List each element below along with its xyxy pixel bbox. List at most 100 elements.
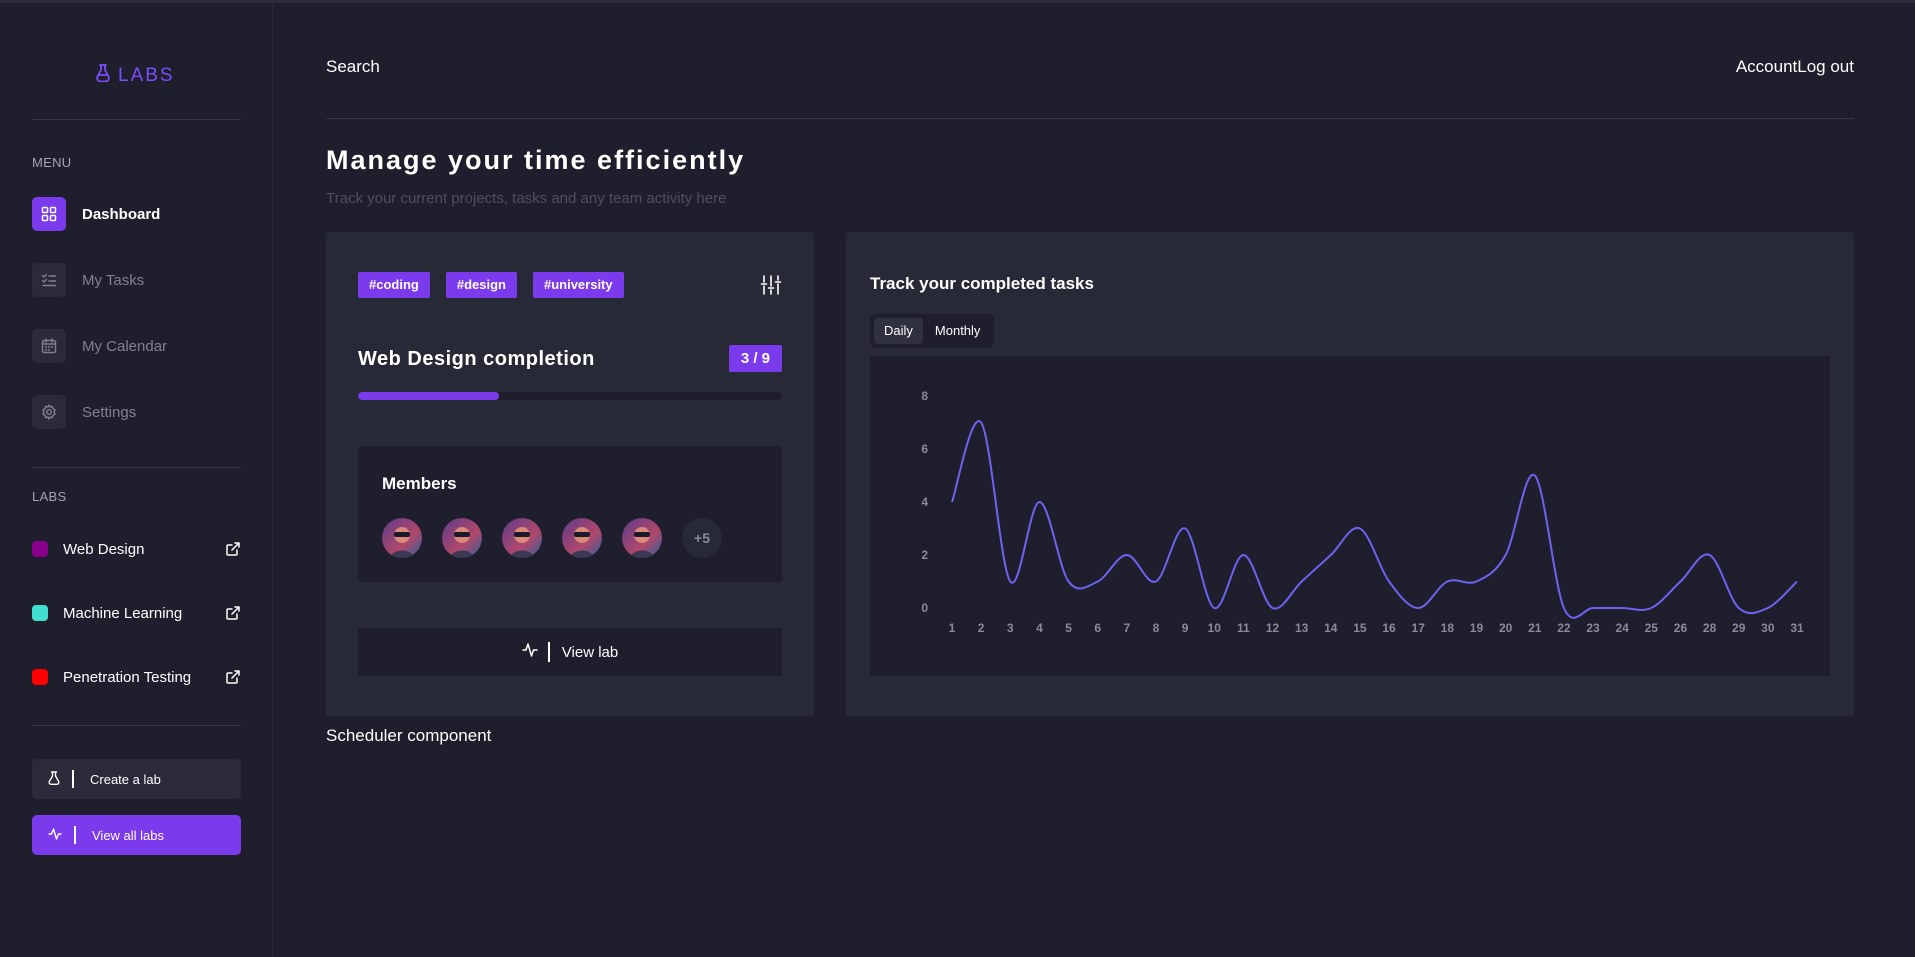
sidebar-item-dashboard[interactable]: Dashboard (32, 197, 160, 231)
data-point[interactable] (1297, 577, 1307, 587)
data-point[interactable] (1413, 603, 1423, 613)
data-point[interactable] (1384, 577, 1394, 587)
data-point[interactable] (1734, 603, 1744, 613)
data-point[interactable] (1763, 603, 1773, 613)
data-point[interactable] (1064, 577, 1074, 587)
completion-count-badge: 3 / 9 (728, 345, 782, 372)
data-point[interactable] (1005, 577, 1015, 587)
x-tick-label: 21 (1528, 621, 1542, 635)
flask-icon (96, 64, 110, 88)
data-point[interactable] (1530, 471, 1540, 481)
external-link-icon[interactable] (225, 669, 241, 685)
x-tick-label: 23 (1586, 621, 1600, 635)
lab-item-web-design[interactable]: Web Design (32, 538, 241, 560)
x-tick-label: 4 (1036, 621, 1043, 635)
data-point[interactable] (976, 418, 986, 428)
data-point[interactable] (1588, 603, 1598, 613)
lab-item-penetration-testing[interactable]: Penetration Testing (32, 666, 241, 688)
page-subtitle: Track your current projects, tasks and a… (326, 190, 727, 207)
x-tick-label: 15 (1353, 621, 1367, 635)
sidebar-item-label: My Calendar (82, 337, 168, 355)
data-point[interactable] (1705, 550, 1715, 560)
data-point[interactable] (1675, 577, 1685, 587)
header-divider (326, 118, 1854, 119)
sidebar-divider (32, 467, 241, 468)
data-point[interactable] (1268, 603, 1278, 613)
x-tick-label: 20 (1499, 621, 1513, 635)
x-tick-label: 30 (1761, 621, 1775, 635)
x-tick-label: 10 (1208, 621, 1222, 635)
data-point[interactable] (1617, 603, 1627, 613)
view-lab-button[interactable]: View lab (358, 628, 782, 676)
tag-list: #coding #design #university (358, 272, 624, 298)
create-lab-button[interactable]: Create a lab (32, 759, 241, 799)
account-link[interactable]: Account (1736, 57, 1797, 77)
data-point[interactable] (1326, 550, 1336, 560)
tag-university[interactable]: #university (532, 272, 624, 298)
sidebar-item-my-tasks[interactable]: My Tasks (32, 263, 144, 297)
x-tick-label: 28 (1703, 621, 1717, 635)
tag-coding[interactable]: #coding (358, 272, 430, 298)
external-link-icon[interactable] (225, 541, 241, 557)
brand-logo[interactable]: LABS (96, 63, 175, 89)
x-tick-label: 11 (1237, 621, 1250, 635)
view-all-labs-label: View all labs (92, 827, 165, 843)
member-avatar[interactable] (382, 518, 422, 558)
x-tick-label: 18 (1441, 621, 1455, 635)
x-tick-label: 9 (1182, 621, 1189, 635)
data-point[interactable] (1471, 577, 1481, 587)
window-top-border (0, 0, 1915, 3)
completion-progress-fill (358, 392, 500, 400)
x-tick-label: 2 (978, 621, 985, 635)
series-line (951, 420, 1798, 619)
data-point[interactable] (1238, 550, 1248, 560)
more-members-badge[interactable]: +5 (682, 518, 722, 558)
data-point[interactable] (1093, 577, 1103, 587)
member-avatar[interactable] (562, 518, 602, 558)
lab-item-machine-learning[interactable]: Machine Learning (32, 602, 241, 624)
y-tick-label: 6 (921, 442, 928, 456)
data-point[interactable] (1501, 550, 1511, 560)
data-point[interactable] (1034, 497, 1044, 507)
activity-icon (522, 643, 538, 661)
x-tick-label: 24 (1615, 621, 1629, 635)
external-link-icon[interactable] (225, 605, 241, 621)
data-point[interactable] (1355, 524, 1365, 534)
data-point[interactable] (1151, 577, 1161, 587)
data-point[interactable] (1646, 603, 1656, 613)
sidebar-item-my-calendar[interactable]: My Calendar (32, 329, 167, 363)
tab-daily[interactable]: Daily (874, 318, 923, 344)
completion-progress-bar (358, 392, 782, 400)
x-tick-label: 6 (1094, 621, 1101, 635)
sliders-icon[interactable] (760, 274, 782, 296)
data-point[interactable] (1122, 550, 1132, 560)
y-tick-label: 4 (921, 495, 928, 509)
sidebar-item-settings[interactable]: Settings (32, 395, 136, 429)
search-link[interactable]: Search (326, 57, 380, 77)
member-avatar[interactable] (622, 518, 662, 558)
x-tick-label: 16 (1382, 621, 1396, 635)
view-all-labs-button[interactable]: View all labs (32, 815, 241, 855)
tag-design[interactable]: #design (445, 272, 517, 298)
member-avatar[interactable] (442, 518, 482, 558)
x-tick-label: 25 (1645, 621, 1659, 635)
lab-item-label: Web Design (63, 540, 145, 558)
gear-icon (32, 395, 66, 429)
logout-link[interactable]: Log out (1797, 57, 1854, 77)
tab-monthly[interactable]: Monthly (925, 318, 991, 344)
x-tick-label: 31 (1790, 621, 1804, 635)
member-avatar[interactable] (502, 518, 542, 558)
lab-color-dot (32, 669, 48, 685)
brand-name: LABS (118, 65, 175, 86)
data-point[interactable] (1559, 603, 1569, 613)
data-point[interactable] (1209, 603, 1219, 613)
y-tick-label: 0 (921, 601, 928, 615)
button-separator (74, 826, 76, 844)
data-point[interactable] (1792, 577, 1802, 587)
data-point[interactable] (947, 497, 957, 507)
data-point[interactable] (1442, 577, 1452, 587)
lab-item-label: Machine Learning (63, 604, 183, 622)
y-tick-label: 8 (921, 389, 928, 403)
data-point[interactable] (1180, 524, 1190, 534)
y-tick-label: 2 (921, 548, 928, 562)
